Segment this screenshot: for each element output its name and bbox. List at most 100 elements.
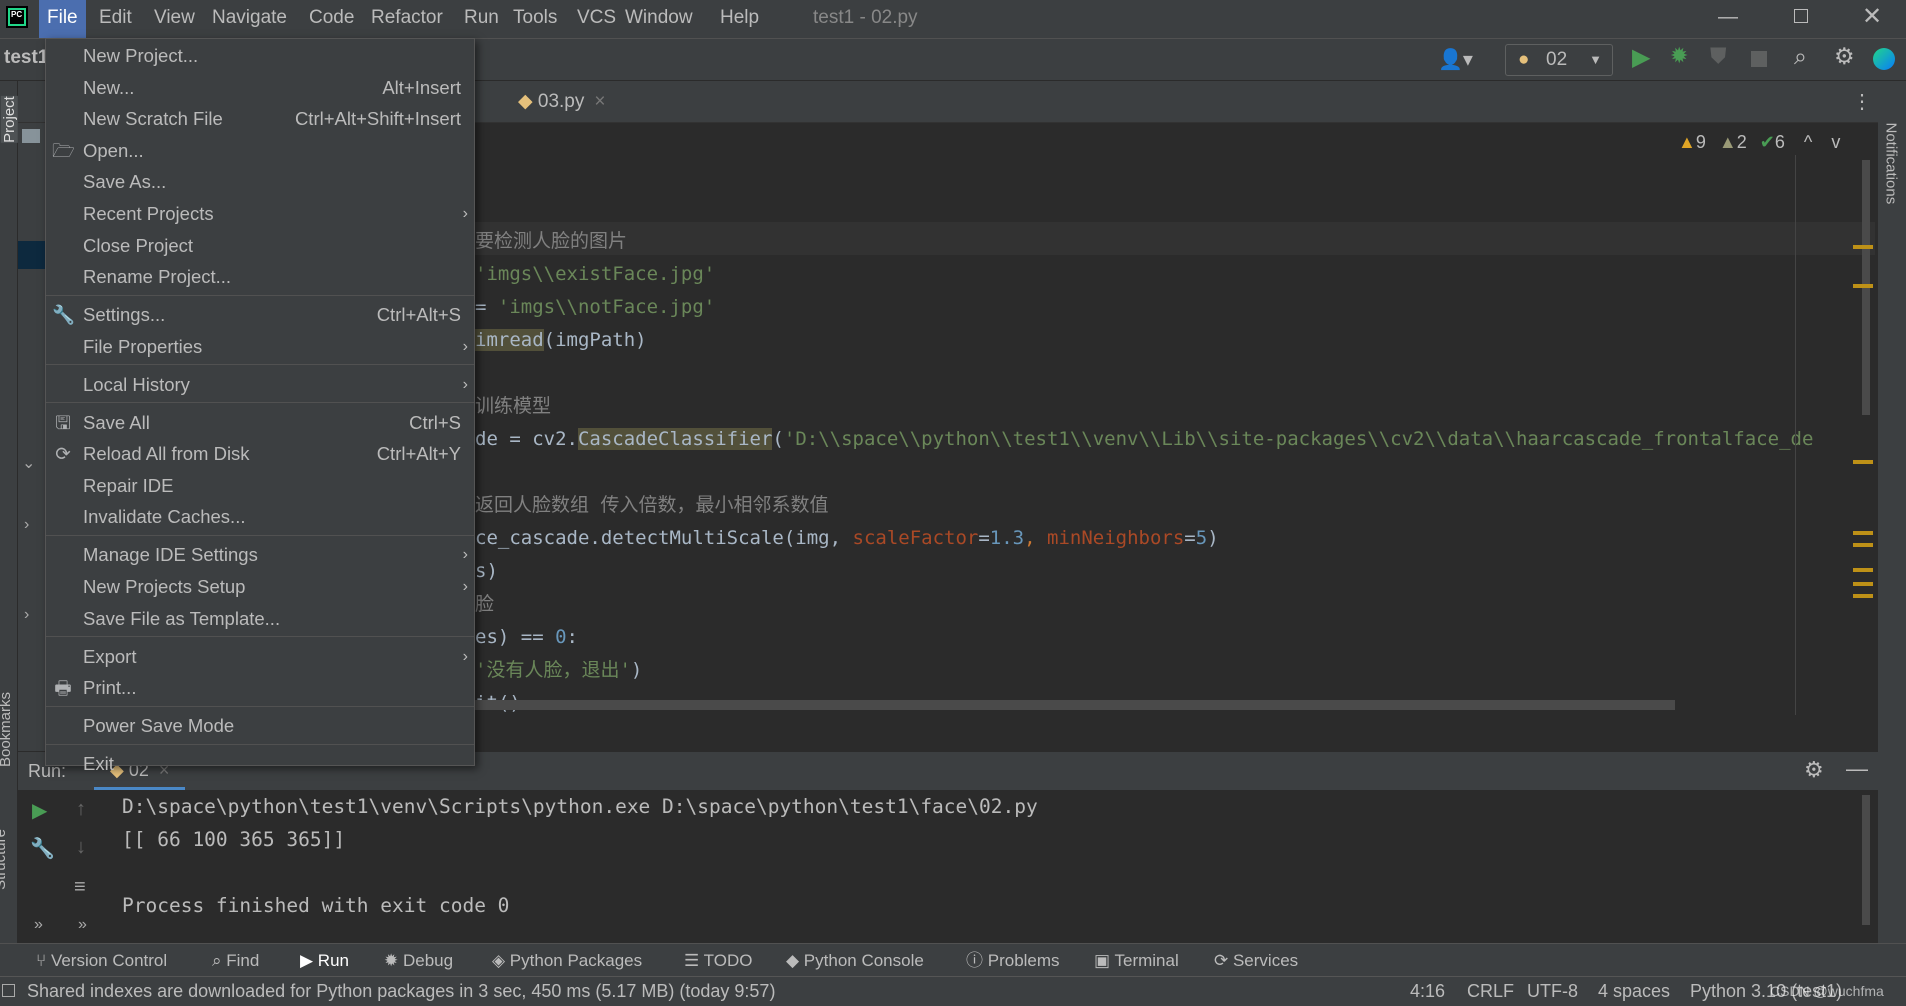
jetbrains-icon[interactable] xyxy=(1873,48,1895,70)
notifications-tool-button[interactable]: Notifications xyxy=(1883,123,1900,233)
menu-view[interactable]: View xyxy=(146,0,203,38)
close-tab-icon[interactable]: × xyxy=(594,91,605,112)
menu-item-new-scratch-file[interactable]: New Scratch File Ctrl+Alt+Shift+Insert xyxy=(46,103,474,135)
menu-item-power-save-mode[interactable]: Power Save Mode xyxy=(46,710,474,742)
menu-item-rename-project[interactable]: Rename Project... xyxy=(46,261,474,293)
menu-window[interactable]: Window xyxy=(617,0,701,38)
menu-vcs[interactable]: VCS xyxy=(569,0,624,38)
tool-tab-label: Version Control xyxy=(50,951,168,970)
stop-icon[interactable] xyxy=(1751,51,1767,67)
menu-edit[interactable]: Edit xyxy=(91,0,140,38)
menu-item-repair-ide[interactable]: Repair IDE xyxy=(46,470,474,502)
horizontal-scrollbar[interactable] xyxy=(475,700,1675,710)
tool-tab-label: Python Packages xyxy=(509,951,643,970)
tool-tab-icon: ⟳ xyxy=(1214,951,1233,970)
menu-item-save-all[interactable]: 🖫 Save All Ctrl+S xyxy=(46,407,474,439)
menu-item-save-as[interactable]: Save As... xyxy=(46,166,474,198)
folder-icon: 🗁 xyxy=(52,139,75,161)
menu-item-reload-all-from-disk[interactable]: ⟳ Reload All from Disk Ctrl+Alt+Y xyxy=(46,438,474,470)
menu-item-file-properties[interactable]: File Properties › xyxy=(46,331,474,363)
run-config-selector[interactable]: ● 02 ▼ xyxy=(1505,44,1613,76)
menu-item-exit[interactable]: Exit xyxy=(46,748,474,780)
search-icon[interactable]: ⌕ xyxy=(1794,43,1807,70)
caret-position[interactable]: 4:16 xyxy=(1410,977,1445,1005)
menu-code[interactable]: Code xyxy=(301,0,362,38)
menu-help[interactable]: Help xyxy=(712,0,767,38)
tool-tab-python-console[interactable]: ◆ Python Console xyxy=(786,944,924,977)
menu-file[interactable]: File xyxy=(39,0,86,38)
menu-item-close-project[interactable]: Close Project xyxy=(46,230,474,262)
restore-button[interactable] xyxy=(1794,9,1808,23)
status-message[interactable]: Shared indexes are downloaded for Python… xyxy=(27,977,775,1005)
previous-highlight-icon[interactable]: ^ xyxy=(1804,132,1812,152)
bookmarks-tool-button[interactable]: Bookmarks xyxy=(0,692,14,767)
debug-icon[interactable]: ✹ xyxy=(1670,43,1688,69)
close-button[interactable]: ✕ xyxy=(1862,2,1882,31)
selected-tree-row[interactable] xyxy=(18,241,48,269)
menu-item-new-project[interactable]: New Project... xyxy=(46,40,474,72)
tool-tab-debug[interactable]: ✹ Debug xyxy=(384,944,453,977)
rerun-icon[interactable]: ▶ xyxy=(32,798,47,823)
next-highlight-icon[interactable]: v xyxy=(1831,132,1840,152)
menu-item-export[interactable]: Export › xyxy=(46,641,474,673)
menu-item-new-projects-setup[interactable]: New Projects Setup › xyxy=(46,571,474,603)
console-scrollbar[interactable] xyxy=(1862,795,1870,925)
chevron-down-icon[interactable]: ⌄ xyxy=(22,453,35,473)
run-console-output[interactable]: D:\space\python\test1\venv\Scripts\pytho… xyxy=(122,790,1038,922)
wrench-icon[interactable]: 🔧 xyxy=(30,836,55,861)
tool-tab-terminal[interactable]: ▣ Terminal xyxy=(1094,944,1179,977)
inspection-widget[interactable]: ▲9 ▲2 ✔6 ^ v xyxy=(1678,132,1840,153)
structure-tool-button[interactable]: Structure xyxy=(0,829,9,890)
menu-item-open[interactable]: 🗁 Open... xyxy=(46,135,474,167)
up-arrow-icon[interactable]: ↑ xyxy=(76,798,86,821)
gear-icon[interactable]: ⚙ xyxy=(1804,757,1824,783)
minimize-button[interactable]: — xyxy=(1718,6,1738,29)
menu-item-new[interactable]: New... Alt+Insert xyxy=(46,72,474,104)
tab-03-py[interactable]: ◆ 03.py × xyxy=(518,81,605,123)
menu-item-save-file-as-template[interactable]: Save File as Template... xyxy=(46,603,474,635)
menu-item-print[interactable]: 🖶 Print... xyxy=(46,672,474,704)
user-icon[interactable]: 👤▾ xyxy=(1438,47,1473,72)
menu-refactor[interactable]: Refactor xyxy=(363,0,451,38)
down-arrow-icon[interactable]: ↓ xyxy=(76,836,86,859)
tool-tab-run[interactable]: ▶ Run xyxy=(300,944,349,977)
more-tabs-icon[interactable]: ⋮ xyxy=(1852,89,1872,114)
menu-run[interactable]: Run xyxy=(456,0,507,38)
run-icon[interactable]: ▶ xyxy=(1632,43,1650,72)
vertical-scrollbar[interactable] xyxy=(1862,160,1870,415)
status-toggle-icon[interactable] xyxy=(2,984,15,997)
tool-tab-services[interactable]: ⟳ Services xyxy=(1214,944,1298,977)
tool-tab-todo[interactable]: ☰ TODO xyxy=(684,944,752,977)
menu-item-local-history[interactable]: Local History › xyxy=(46,369,474,401)
menu-tools[interactable]: Tools xyxy=(505,0,565,38)
menu-navigate[interactable]: Navigate xyxy=(204,0,295,38)
tool-tab-problems[interactable]: ⓘ Problems xyxy=(966,944,1060,977)
soft-wrap-icon[interactable]: ≡ xyxy=(74,876,86,899)
menu-item-recent-projects[interactable]: Recent Projects › xyxy=(46,198,474,230)
chevron-right-icon[interactable]: › xyxy=(24,516,29,534)
menu-item-invalidate-caches[interactable]: Invalidate Caches... xyxy=(46,501,474,533)
menu-item-manage-ide-settings[interactable]: Manage IDE Settings › xyxy=(46,539,474,571)
menu-item-settings[interactable]: 🔧 Settings... Ctrl+Alt+S xyxy=(46,299,474,331)
menu-item-label: Settings... xyxy=(83,304,166,326)
code-token: 返回人脸数组 传入倍数，最小相邻系数值 xyxy=(475,494,829,516)
file-encoding[interactable]: UTF-8 xyxy=(1527,977,1578,1005)
more-icon[interactable]: » xyxy=(34,916,43,934)
run-config-label: 02 xyxy=(1546,49,1568,70)
project-tool-button[interactable]: Project xyxy=(0,96,18,143)
tool-tab-python-packages[interactable]: ◈ Python Packages xyxy=(492,944,642,977)
tool-tab-version-control[interactable]: ⑂ Version Control xyxy=(36,944,167,977)
chevron-right-icon[interactable]: › xyxy=(24,606,29,624)
more-icon[interactable]: » xyxy=(78,916,87,934)
menu-item-label: Print... xyxy=(83,677,137,699)
project-breadcrumb[interactable]: test1 xyxy=(4,47,48,69)
typo-check-icon: ✔ xyxy=(1759,132,1775,152)
coverage-icon[interactable]: ⛊ xyxy=(1710,43,1727,69)
indent-setting[interactable]: 4 spaces xyxy=(1598,977,1670,1005)
chevron-right-icon: › xyxy=(462,647,468,665)
line-separator[interactable]: CRLF xyxy=(1467,977,1514,1005)
hide-panel-icon[interactable]: — xyxy=(1846,756,1868,782)
tool-tab-find[interactable]: ⌕ Find xyxy=(212,944,259,977)
code-editor[interactable]: 要检测人脸的图片 'imgs\\existFace.jpg' = 'imgs\\no… xyxy=(475,123,1875,715)
gear-icon[interactable]: ⚙ xyxy=(1834,43,1855,70)
